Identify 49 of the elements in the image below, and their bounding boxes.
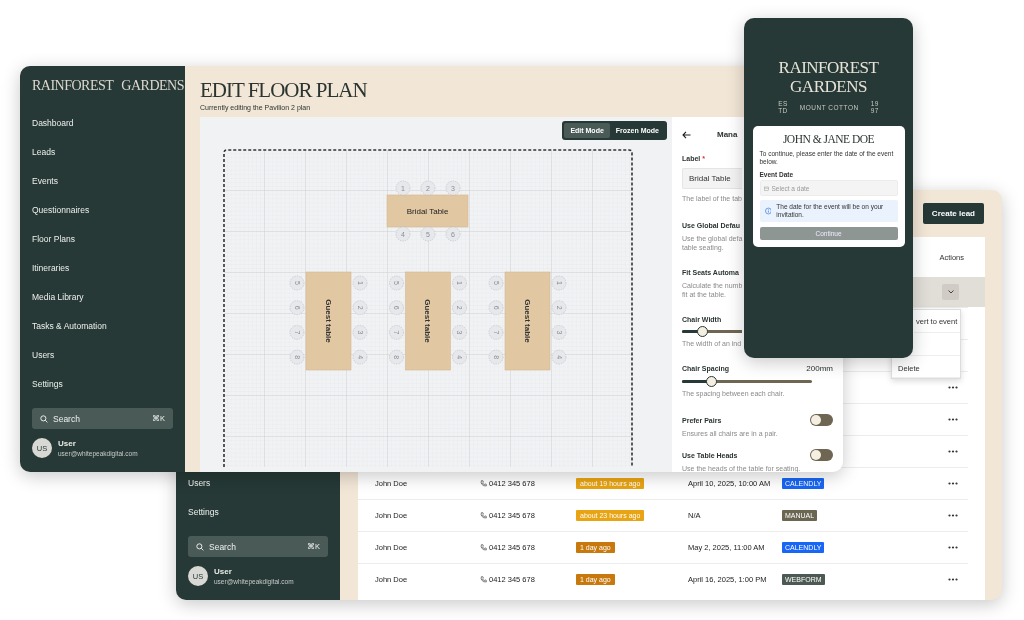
bridal-table[interactable]: Bridal Table xyxy=(386,194,469,228)
search-icon xyxy=(40,414,48,423)
more-icon[interactable] xyxy=(948,546,958,549)
info-icon xyxy=(764,207,772,215)
brand-name: GARDENS xyxy=(121,78,184,94)
user-name: User xyxy=(58,439,77,448)
brand-name: RAINFOREST xyxy=(32,78,114,94)
nav-item[interactable]: Settings xyxy=(32,369,173,398)
nav-item[interactable]: Users xyxy=(32,340,173,369)
guest-table[interactable]: Guest table xyxy=(405,271,451,371)
more-icon[interactable] xyxy=(948,418,958,421)
calendar-icon xyxy=(763,185,769,191)
phone-icon xyxy=(480,480,487,487)
toggle-switch[interactable] xyxy=(810,449,833,461)
chevron-down-icon xyxy=(947,290,954,294)
label-input[interactable]: Bridal Table xyxy=(682,168,742,189)
nav-item[interactable]: Settings xyxy=(188,497,328,526)
more-icon[interactable] xyxy=(948,578,958,581)
brand-name: RAINFOREST xyxy=(778,58,879,77)
phone-icon xyxy=(480,576,487,583)
more-icon[interactable] xyxy=(948,514,958,517)
slider-reading: 200mm xyxy=(806,364,833,373)
more-icon[interactable] xyxy=(948,386,958,389)
nav-item[interactable]: Questionnaires xyxy=(32,195,173,224)
guest-table[interactable]: Guest table xyxy=(504,271,551,371)
slider-thumb[interactable] xyxy=(705,376,717,387)
slider-thumb[interactable] xyxy=(697,326,709,337)
phone-icon xyxy=(480,512,487,519)
nav-item[interactable]: Floor Plans xyxy=(32,224,173,253)
brand-name: GARDENS xyxy=(789,77,868,96)
nav-item[interactable]: Media Library xyxy=(32,282,173,311)
back-arrow-icon[interactable] xyxy=(682,130,691,139)
nav-item[interactable]: Users xyxy=(188,468,328,497)
create-lead-button[interactable]: Create lead xyxy=(922,203,984,224)
nav-item[interactable]: Events xyxy=(32,166,173,195)
nav-item[interactable]: Leads xyxy=(32,137,173,166)
guest-table[interactable]: Guest table xyxy=(305,271,352,371)
more-icon[interactable] xyxy=(948,450,958,453)
more-icon[interactable] xyxy=(948,482,958,485)
search-icon xyxy=(196,542,204,551)
panel-title: Mana xyxy=(717,130,738,139)
nav-item[interactable]: Tasks & Automation xyxy=(32,311,173,340)
nav-item[interactable]: Itineraries xyxy=(32,253,173,282)
nav-item[interactable]: Dashboard xyxy=(32,108,173,137)
user-name: User xyxy=(214,567,233,576)
phone-icon xyxy=(480,544,487,551)
page-title: EDIT FLOOR PLAN xyxy=(200,78,367,102)
couple-name: JOHN & JANE DOE xyxy=(781,133,876,145)
toggle-switch[interactable] xyxy=(810,414,833,426)
